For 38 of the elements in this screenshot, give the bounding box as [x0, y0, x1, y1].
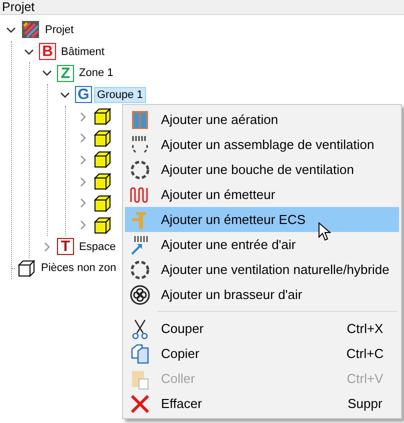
copy-icon: [129, 342, 151, 364]
zone-badge: Z: [57, 64, 74, 82]
vent-icon: [129, 158, 151, 180]
tree-item[interactable]: Projet: [42, 22, 77, 38]
menu-item[interactable]: Ajouter un brasseur d'air: [125, 282, 399, 307]
cube-icon: [93, 172, 112, 192]
menu-item[interactable]: Ajouter une ventilation naturelle/hybride: [125, 257, 399, 282]
cube-icon: [93, 128, 112, 148]
vent-icon: [129, 258, 151, 280]
panel-title: Projet: [0, 0, 404, 15]
cube-icon: [93, 107, 112, 126]
tree-item[interactable]: Zone 1: [76, 65, 116, 82]
menu-item[interactable]: Couper Ctrl+X: [125, 316, 399, 341]
menu-item[interactable]: Ajouter une entrée d'air: [125, 232, 399, 257]
door-icon: [129, 108, 151, 130]
delete-icon: [129, 392, 151, 414]
mouse-pointer-icon: [318, 222, 332, 242]
cube-icon: [93, 216, 112, 235]
menu-item[interactable]: Ajouter un émetteur ECS: [125, 207, 399, 232]
menu-item[interactable]: Ajouter un assemblage de ventilation: [125, 132, 399, 157]
cube-icon: [93, 194, 112, 213]
menu-item[interactable]: Ajouter une aération: [125, 107, 399, 132]
fan-icon: [129, 284, 151, 306]
menu-item[interactable]: Ajouter une bouche de ventilation: [125, 157, 399, 182]
tree-item[interactable]: Bâtiment: [58, 44, 108, 60]
tree-item[interactable]: Groupe 1: [94, 86, 146, 103]
menu-item[interactable]: Ajouter un émetteur: [125, 182, 399, 207]
space-badge: T: [57, 238, 74, 256]
cube-icon: [93, 150, 112, 170]
vent-assembly-icon: [129, 134, 151, 156]
menu-item[interactable]: Effacer Suppr: [125, 391, 399, 416]
cube-icon: [17, 258, 36, 278]
tree-item[interactable]: Espace: [76, 238, 119, 255]
group-badge: G: [75, 86, 92, 104]
menu-item[interactable]: Copier Ctrl+C: [125, 341, 399, 366]
project-icon: [21, 20, 40, 40]
tree-item[interactable]: Pièces non zon: [38, 260, 120, 276]
building-badge: B: [39, 43, 56, 60]
